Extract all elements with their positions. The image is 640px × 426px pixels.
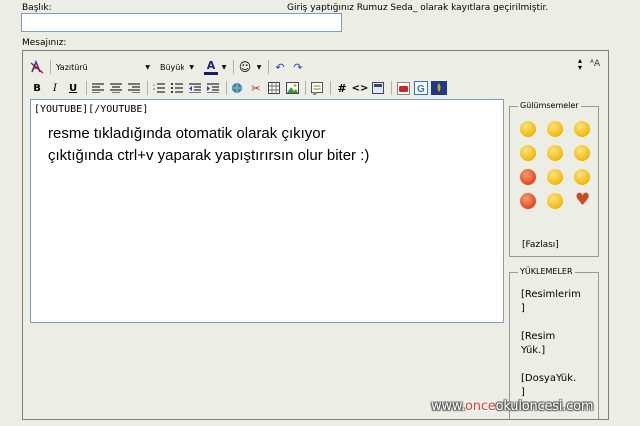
message-editor: Yazıtürü ▼ Büyük ▼ A ▼ ☺ ▼ ↶ ↷ ▴ ▾ ᴬA B I…: [22, 50, 609, 420]
message-text-line-2: çıktığında ctrl+v yaparak yapıştırırsın …: [48, 147, 370, 164]
svg-text:G: G: [417, 84, 425, 95]
align-left-icon[interactable]: [90, 80, 106, 96]
underline-icon[interactable]: U: [65, 80, 81, 96]
editor-right-tools: ▴ ▾ ᴬA: [578, 57, 600, 72]
wikipedia-icon[interactable]: [431, 80, 447, 96]
watermark-prefix: www.: [431, 399, 466, 414]
login-info-text: Giriş yaptığınız Rumuz Seda_ olarak kayı…: [287, 3, 549, 13]
undo-icon[interactable]: ↶: [272, 59, 288, 75]
smiley-icon[interactable]: [547, 121, 563, 137]
separator: [50, 60, 51, 74]
svg-text:2: 2: [153, 87, 155, 91]
smiley-icon[interactable]: [520, 121, 536, 137]
color-bar: [204, 72, 218, 75]
smiley-icon[interactable]: [574, 121, 590, 137]
unlink-icon[interactable]: ✂: [248, 80, 264, 96]
unordered-list-icon[interactable]: [169, 80, 185, 96]
smileys-more-link[interactable]: [Fazlası]: [522, 240, 559, 250]
smileys-legend: Gülümsemeler: [518, 101, 581, 110]
chevron-down-icon: ▼: [189, 63, 194, 71]
chevron-down-icon[interactable]: ▼: [255, 59, 263, 75]
title-label: Başlık:: [22, 3, 52, 13]
spellcheck-icon[interactable]: ᴬA: [590, 59, 600, 69]
hash-icon[interactable]: #: [334, 80, 350, 96]
insert-table-icon[interactable]: [266, 80, 282, 96]
link-icon[interactable]: [230, 80, 246, 96]
bold-icon[interactable]: B: [29, 80, 45, 96]
size-select[interactable]: Büyük ▼: [158, 60, 196, 74]
size-select-label: Büyük: [160, 62, 184, 72]
separator: [86, 81, 87, 95]
chevron-down-icon[interactable]: ▼: [220, 59, 228, 75]
separator: [233, 60, 234, 74]
text-color-button[interactable]: A: [202, 59, 220, 75]
align-right-icon[interactable]: [126, 80, 142, 96]
outdent-icon[interactable]: [187, 80, 203, 96]
text-color-label: A: [206, 59, 216, 72]
site-watermark: www.onceokuloncesi.com: [431, 399, 594, 414]
redo-icon[interactable]: ↷: [290, 59, 306, 75]
ordered-list-icon[interactable]: 12: [151, 80, 167, 96]
toolbar-row-2: B I U 12 ✂ # <> G: [29, 79, 449, 97]
resize-icon[interactable]: ▴ ▾: [578, 57, 582, 72]
code-icon[interactable]: <>: [352, 80, 369, 96]
upload-file-link[interactable]: [DosyaYük. ]: [521, 372, 593, 400]
uploads-panel: YÜKLEMELER [Resimlerim ] [Resim Yük.] [D…: [509, 267, 599, 419]
smiley-icon[interactable]: [574, 169, 590, 185]
message-label: Mesajınız:: [22, 38, 67, 48]
italic-icon[interactable]: I: [47, 80, 63, 96]
align-center-icon[interactable]: [108, 80, 124, 96]
smileys-panel: Gülümsemeler [Fazlası]: [509, 101, 599, 257]
google-icon[interactable]: G: [413, 80, 429, 96]
smiley-icon[interactable]: [547, 169, 563, 185]
separator: [268, 60, 269, 74]
youtube-bbcode-text: [YOUTUBE][/YOUTUBE]: [34, 104, 149, 115]
separator: [305, 81, 306, 95]
quote-icon[interactable]: [309, 80, 325, 96]
watermark-highlight: once: [465, 399, 496, 414]
smiley-icon[interactable]: [520, 145, 536, 161]
message-text-line-1: resme tıkladığında otomatik olarak çıkıy…: [48, 125, 326, 142]
message-textarea[interactable]: [YOUTUBE][/YOUTUBE] resme tıkladığında o…: [30, 99, 504, 323]
smiley-icon[interactable]: [547, 193, 563, 209]
watermark-suffix: okuloncesi.com: [495, 399, 594, 414]
smiley-icon[interactable]: [574, 145, 590, 161]
toolbar-row-1: Yazıtürü ▼ Büyük ▼ A ▼ ☺ ▼ ↶ ↷: [29, 57, 308, 77]
separator: [147, 81, 148, 95]
separator: [391, 81, 392, 95]
font-select-label: Yazıtürü: [56, 62, 88, 72]
youtube-icon[interactable]: [395, 80, 411, 96]
uploads-legend: YÜKLEMELER: [518, 267, 575, 276]
title-input[interactable]: [21, 13, 342, 32]
smiley-grid: [520, 121, 590, 210]
indent-icon[interactable]: [205, 80, 221, 96]
smiley-icon[interactable]: [547, 145, 563, 161]
insert-image-icon[interactable]: [284, 80, 300, 96]
remove-format-icon[interactable]: [29, 59, 45, 75]
html-icon[interactable]: [370, 80, 386, 96]
smiley-icon[interactable]: [520, 193, 536, 209]
separator: [226, 81, 227, 95]
font-select[interactable]: Yazıtürü ▼: [54, 60, 152, 74]
separator: [330, 81, 331, 95]
heart-icon[interactable]: [574, 190, 590, 210]
chevron-down-icon: ▼: [145, 63, 150, 71]
my-images-link[interactable]: [Resimlerim ]: [521, 288, 593, 316]
emoticon-icon[interactable]: ☺: [237, 59, 253, 75]
upload-image-link[interactable]: [Resim Yük.]: [521, 330, 593, 358]
smiley-icon[interactable]: [520, 169, 536, 185]
